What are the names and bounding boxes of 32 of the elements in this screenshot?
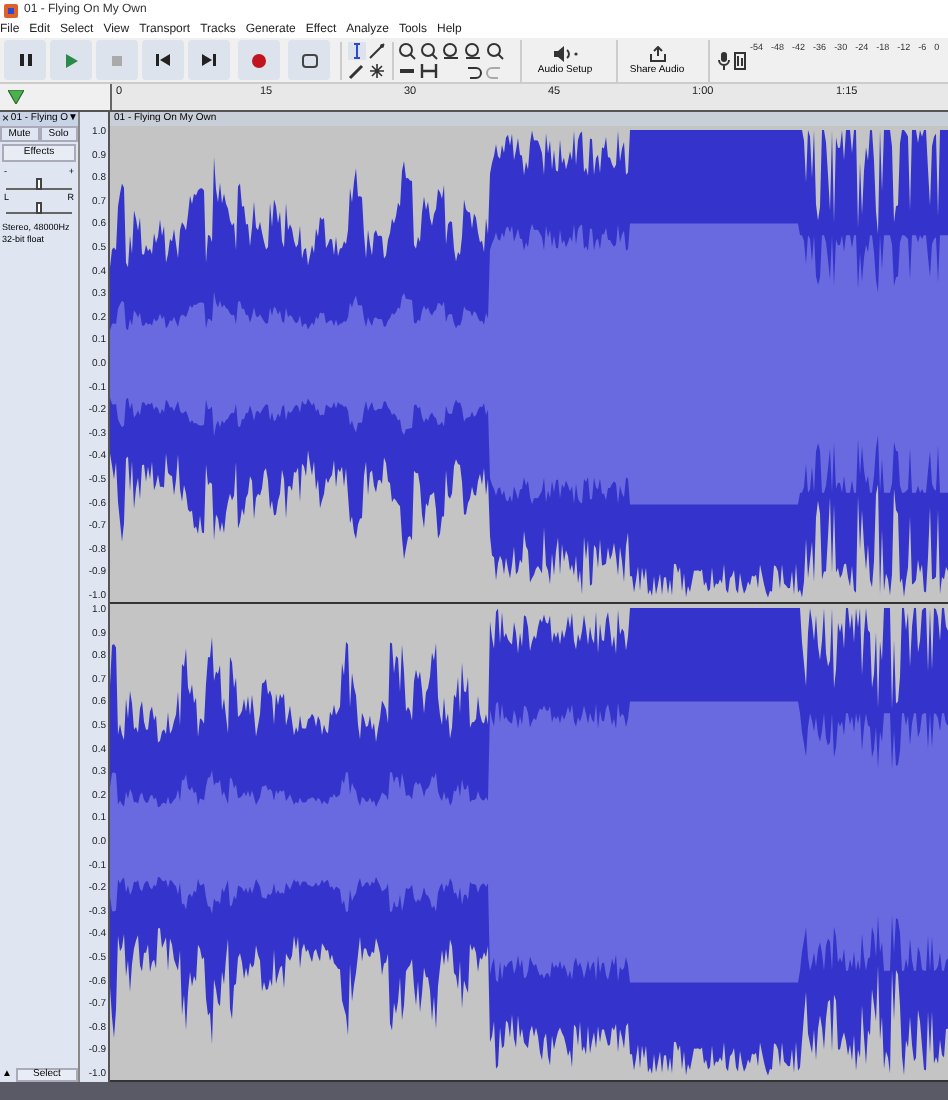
microphone-icon (718, 51, 730, 69)
zoom-toggle-icon[interactable] (486, 41, 504, 59)
pause-icon (19, 54, 31, 66)
pan-slider[interactable] (6, 202, 72, 214)
share-icon (649, 45, 665, 61)
zoom-in-icon[interactable] (398, 41, 416, 59)
play-icon (65, 53, 77, 67)
multi-tool-icon[interactable] (368, 61, 386, 79)
undo-icon[interactable] (464, 61, 482, 79)
waveform-drawing[interactable] (110, 126, 948, 604)
stop-icon (112, 55, 122, 65)
pencil-icon[interactable] (348, 61, 366, 79)
skip-end-button[interactable] (188, 40, 230, 80)
gain-slider[interactable] (6, 177, 72, 189)
record-button[interactable] (238, 40, 280, 80)
record-icon (252, 53, 266, 67)
loop-button[interactable] (288, 40, 330, 80)
loop-icon (301, 53, 317, 67)
meter-icon[interactable] (734, 51, 746, 69)
envelope-tool-icon[interactable] (368, 41, 386, 59)
skip-end-icon (202, 54, 216, 66)
cursor-tool-icon[interactable] (348, 41, 366, 59)
slider-thumb[interactable] (36, 177, 42, 189)
zoom-out-icon[interactable] (420, 41, 438, 59)
waveform-drawing[interactable] (110, 604, 948, 1082)
skip-start-icon (156, 54, 170, 66)
skip-start-button[interactable] (142, 40, 184, 80)
play-head-icon[interactable] (8, 90, 24, 104)
speaker-icon (553, 45, 577, 61)
pause-button[interactable] (4, 40, 46, 80)
app-icon (4, 3, 18, 17)
slider-thumb[interactable] (36, 202, 42, 214)
